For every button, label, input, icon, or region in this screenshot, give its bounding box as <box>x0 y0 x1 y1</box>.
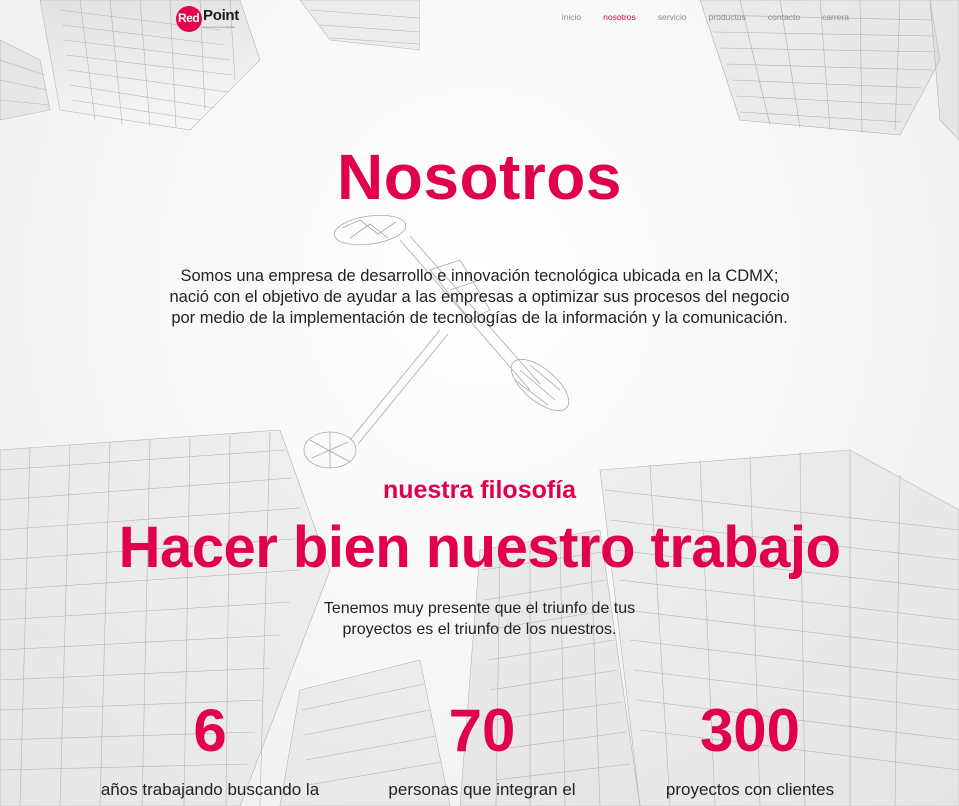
stat-people-description: personas que integran el <box>388 780 576 799</box>
stat-projects-number: 300 <box>699 697 801 764</box>
logo-tagline: Soluciones tecnológicas <box>203 25 236 29</box>
intro-line-1: Somos una empresa de desarrollo e innova… <box>180 267 779 285</box>
page: Red Point Soluciones tecnológicas inicio… <box>0 0 959 806</box>
nav-link-productos[interactable]: productos <box>709 12 746 22</box>
stat-people-number: 70 <box>448 697 516 764</box>
nav-link-servicio[interactable]: servicio <box>658 12 687 22</box>
nav-link-carrera[interactable]: carrera <box>822 12 849 22</box>
nav-link-inicio[interactable]: inicio <box>562 12 581 22</box>
philosophy-text: Tenemos muy presente que el triunfo de t… <box>0 598 959 640</box>
intro-line-2: nació con el objetivo de ayudar a las em… <box>169 288 790 306</box>
stat-years-number: 6 <box>193 697 227 764</box>
stat-projects-description: proyectos con clientes <box>665 780 835 799</box>
airplane-sketch <box>303 214 570 469</box>
top-navigation-bar: Red Point Soluciones tecnológicas inicio… <box>0 0 959 36</box>
logo-red-text: Red <box>178 11 200 25</box>
main-nav: inicio nosotros servicio productos conta… <box>562 12 849 22</box>
nav-link-contacto[interactable]: contacto <box>768 12 800 22</box>
philosophy-label: nuestra filosofía <box>382 476 577 504</box>
page-title: Nosotros <box>337 141 622 213</box>
philosophy-text-line-2: proyectos es el triunfo de los nuestros. <box>342 621 617 638</box>
intro-line-3: por medio de la implementación de tecnol… <box>171 309 788 327</box>
philosophy-title: Hacer bien nuestro trabajo <box>118 515 841 580</box>
stat-years-description: años trabajando buscando la <box>100 780 320 799</box>
redpoint-logo[interactable]: Red Point Soluciones tecnológicas <box>176 5 246 32</box>
stat-years: 6 años trabajando buscando la <box>60 700 360 800</box>
philosophy-text-line-1: Tenemos muy presente que el triunfo de t… <box>323 600 636 617</box>
logo-point-text: Point <box>203 7 239 24</box>
stat-people: 70 personas que integran el <box>332 700 632 800</box>
intro-paragraph: Somos una empresa de desarrollo e innova… <box>0 266 959 329</box>
nav-link-nosotros[interactable]: nosotros <box>603 12 636 22</box>
stat-projects: 300 proyectos con clientes <box>600 700 900 800</box>
